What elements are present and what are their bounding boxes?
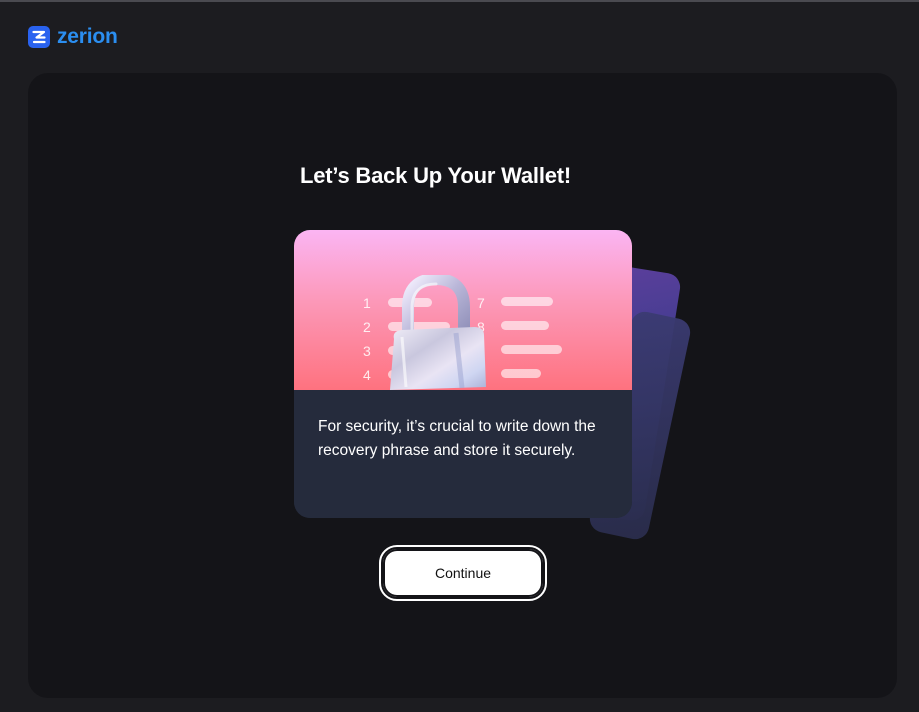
page-title: Let’s Back Up Your Wallet! bbox=[299, 163, 572, 188]
brand-name: zerion bbox=[57, 25, 118, 48]
backup-info-card: 1 2 3 4 7 8 For security, it’s crucial t… bbox=[294, 230, 632, 518]
zerion-logo-icon bbox=[28, 26, 50, 48]
card-description: For security, it’s crucial to write down… bbox=[318, 418, 596, 459]
card-illustration: 1 2 3 4 7 8 bbox=[294, 230, 632, 390]
phrase-placeholder-bar bbox=[501, 345, 562, 354]
padlock-icon bbox=[390, 275, 486, 390]
phrase-number: 1 bbox=[363, 295, 371, 311]
phrase-placeholder-bar bbox=[501, 297, 553, 306]
phrase-placeholder-bar bbox=[501, 369, 541, 378]
zerion-logo[interactable]: zerion bbox=[28, 25, 118, 49]
backup-panel: Let’s Back Up Your Wallet! 1 2 3 4 7 8 F… bbox=[28, 73, 897, 698]
phrase-placeholder-bar bbox=[501, 321, 549, 330]
phrase-number: 3 bbox=[363, 343, 371, 359]
card-text-area: For security, it’s crucial to write down… bbox=[294, 390, 632, 518]
window-top-border bbox=[0, 0, 919, 2]
phrase-number: 2 bbox=[363, 319, 371, 335]
continue-button[interactable]: Continue bbox=[379, 545, 547, 601]
phrase-number: 4 bbox=[363, 367, 371, 383]
